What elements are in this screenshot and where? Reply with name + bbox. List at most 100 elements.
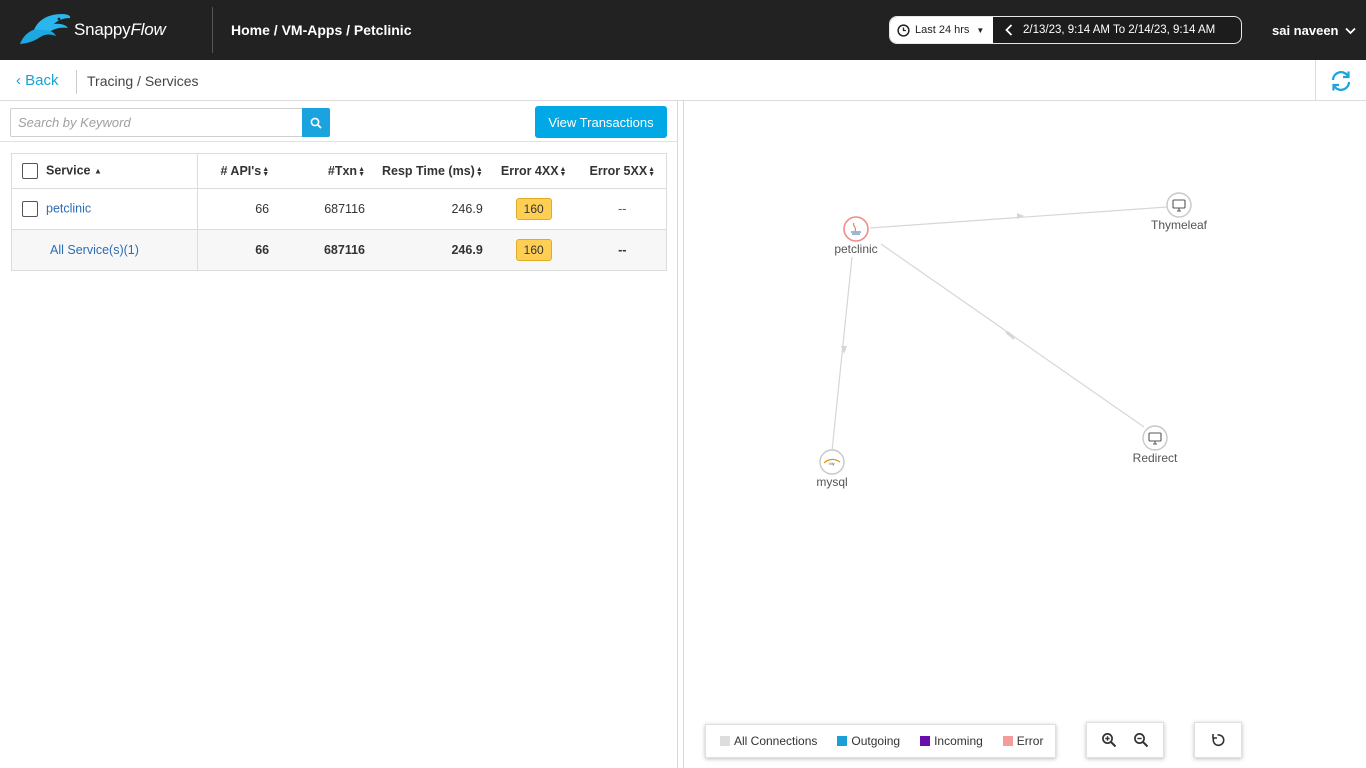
- cell-total-error-5xx: --: [578, 229, 667, 271]
- svg-text:My: My: [829, 461, 834, 466]
- sort-icon: ▲ ▼: [648, 166, 656, 178]
- snappyflow-logo[interactable]: SnappyFlow: [18, 12, 166, 48]
- edge-arrow: [1017, 213, 1024, 219]
- node-thymeleaf[interactable]: Thymeleaf: [1151, 192, 1208, 232]
- node-label-mysql: mysql: [816, 475, 847, 489]
- user-menu[interactable]: sai naveen: [1272, 23, 1356, 38]
- services-table: Service ▲ # API's▲ ▼ #Txn▲ ▼ Resp Time (ms…: [11, 153, 667, 271]
- total-error-4xx-badge[interactable]: 160: [515, 239, 552, 261]
- sort-asc-icon: ▲: [93, 166, 102, 176]
- table-total-row: All Service(s)(1) 66 687116 246.9 160 --: [11, 229, 667, 271]
- cell-error-5xx: --: [578, 188, 667, 230]
- reset-view-button[interactable]: [1194, 722, 1242, 758]
- services-pane: View Transactions Service ▲ # API's▲▼ #T…: [0, 101, 678, 768]
- logo-text-snappy: Snappy: [74, 20, 131, 39]
- resp-header-label: Resp Time (ms): [381, 164, 475, 178]
- cell-error-4xx: 160: [488, 188, 579, 230]
- column-header-txn[interactable]: #Txn▲ ▼: [281, 153, 371, 189]
- chevron-left-icon: ‹: [16, 72, 21, 89]
- legend-incoming-label: Incoming: [934, 734, 983, 748]
- select-all-checkbox[interactable]: [22, 163, 38, 179]
- legend-outgoing[interactable]: Outgoing: [837, 734, 900, 748]
- sort-icon: ▲ ▼: [559, 166, 567, 178]
- apis-header-label: # API's: [220, 164, 262, 178]
- legend-all-label: All Connections: [734, 734, 818, 748]
- column-header-resp-time[interactable]: Resp Time (ms)▲ ▼: [371, 153, 489, 189]
- cell-apis: 66: [197, 188, 282, 230]
- table-row[interactable]: petclinic 66 687116 246.9 160 --: [11, 188, 667, 230]
- node-petclinic[interactable]: petclinic: [834, 216, 878, 256]
- chevron-down-icon: [1344, 27, 1356, 34]
- zoom-in-icon[interactable]: [1101, 732, 1117, 748]
- search-button[interactable]: [302, 108, 330, 137]
- zoom-out-icon[interactable]: [1133, 732, 1149, 748]
- refresh-icon: [1331, 70, 1351, 91]
- connection-legend: All Connections Outgoing Incoming Error: [705, 724, 1056, 758]
- logo-text: SnappyFlow: [74, 20, 166, 40]
- back-button[interactable]: ‹ Back: [16, 72, 59, 89]
- edge-petclinic-redirect[interactable]: [880, 243, 1145, 428]
- table-header-row: Service ▲ # API's▲ ▼ #Txn▲ ▼ Resp Time (ms…: [11, 153, 667, 189]
- cell-resp-time: 246.9: [371, 188, 489, 230]
- zoom-controls: [1086, 722, 1164, 758]
- column-header-error-5xx[interactable]: Error 5XX▲ ▼: [578, 153, 667, 189]
- edge-petclinic-mysql[interactable]: [831, 256, 853, 452]
- service-link[interactable]: petclinic: [46, 201, 91, 215]
- time-range-text: 2/13/23, 9:14 AM To 2/14/23, 9:14 AM: [1023, 24, 1216, 36]
- node-label-petclinic: petclinic: [834, 242, 877, 256]
- swatch-error: [1002, 736, 1013, 746]
- header-breadcrumb[interactable]: Home / VM-Apps / Petclinic: [231, 22, 411, 38]
- swatch-incoming: [920, 736, 931, 746]
- row-checkbox[interactable]: [22, 201, 38, 217]
- all-services-link[interactable]: All Service(s)(1): [50, 243, 139, 257]
- column-header-apis[interactable]: # API's▲ ▼: [197, 153, 282, 189]
- rabbit-logo-icon: [20, 14, 71, 44]
- txn-header-label: #Txn: [327, 164, 358, 178]
- cell-total-apis: 66: [197, 229, 282, 271]
- clock-icon: [897, 23, 910, 37]
- sort-icon: ▲ ▼: [475, 166, 483, 178]
- e4xx-header-label: Error 4XX: [500, 164, 559, 178]
- search-input[interactable]: [10, 108, 303, 137]
- service-map-graph[interactable]: petclinic Thymeleaf My mysql Redirect: [684, 101, 1366, 768]
- legend-error[interactable]: Error: [1002, 734, 1044, 748]
- legend-all-connections[interactable]: All Connections: [720, 734, 817, 748]
- view-transactions-button[interactable]: View Transactions: [535, 106, 667, 138]
- chevron-left-icon[interactable]: [1005, 24, 1013, 36]
- legend-outgoing-label: Outgoing: [851, 734, 901, 748]
- refresh-button[interactable]: [1315, 60, 1366, 101]
- java-icon: [843, 216, 869, 242]
- e5xx-header-label: Error 5XX: [589, 164, 648, 178]
- cell-service: petclinic: [11, 188, 198, 230]
- service-map-pane: petclinic Thymeleaf My mysql Redirect Al…: [683, 101, 1366, 768]
- node-mysql[interactable]: My mysql: [816, 449, 848, 489]
- column-header-error-4xx[interactable]: Error 4XX▲ ▼: [488, 153, 579, 189]
- logo-text-flow: Flow: [130, 20, 166, 39]
- legend-error-label: Error: [1016, 734, 1044, 748]
- cell-total-txn: 687116: [281, 229, 371, 271]
- top-header: SnappyFlow Home / VM-Apps / Petclinic La…: [0, 0, 1366, 60]
- sort-icon: ▲ ▼: [262, 166, 270, 178]
- search-icon: [310, 117, 322, 129]
- subheader-divider: [76, 70, 77, 94]
- sub-header: ‹ Back Tracing / Services: [0, 60, 1366, 101]
- reset-icon: [1212, 734, 1225, 747]
- page-breadcrumb: Tracing / Services: [87, 73, 199, 89]
- sort-icon: ▲ ▼: [358, 166, 365, 178]
- time-preset-dropdown[interactable]: Last 24 hrs ▼: [890, 17, 993, 43]
- legend-incoming[interactable]: Incoming: [920, 734, 983, 748]
- header-divider: [212, 7, 213, 53]
- column-header-service[interactable]: Service ▲: [11, 153, 198, 189]
- node-label-redirect: Redirect: [1133, 451, 1178, 465]
- cell-total-error-4xx: 160: [488, 229, 579, 271]
- error-4xx-badge[interactable]: 160: [515, 198, 552, 220]
- services-toolbar: View Transactions: [0, 101, 678, 142]
- node-label-thymeleaf: Thymeleaf: [1151, 218, 1208, 232]
- time-range-display[interactable]: 2/13/23, 9:14 AM To 2/14/23, 9:14 AM: [993, 17, 1241, 43]
- node-redirect[interactable]: Redirect: [1133, 425, 1178, 465]
- caret-down-icon: ▼: [976, 25, 985, 35]
- time-range-selector: Last 24 hrs ▼ 2/13/23, 9:14 AM To 2/14/2…: [889, 16, 1242, 44]
- time-preset-label: Last 24 hrs: [915, 24, 970, 36]
- cell-total-resp-time: 246.9: [371, 229, 489, 271]
- swatch-outgoing: [837, 736, 848, 746]
